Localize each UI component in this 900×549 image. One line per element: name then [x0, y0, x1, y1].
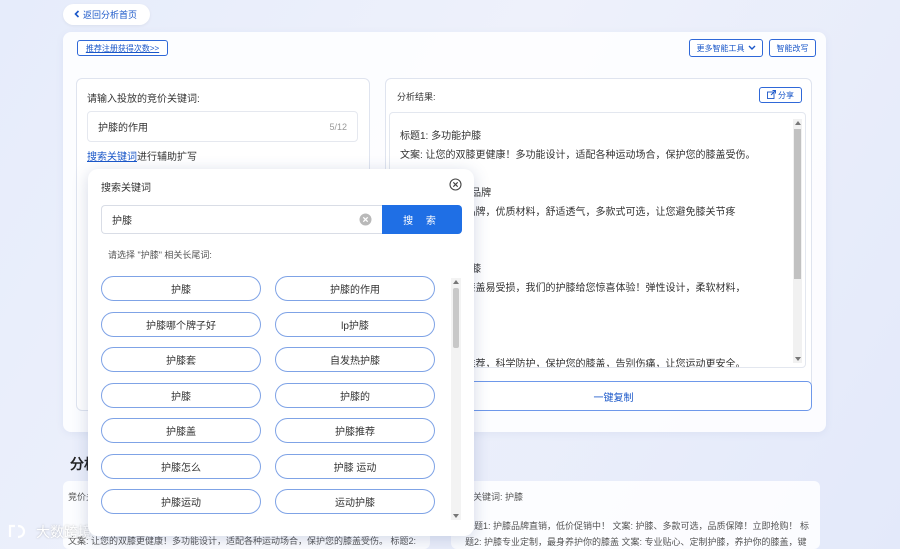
keyword-input[interactable]: 护膝的作用 5/12: [87, 111, 358, 142]
result-line: 文案: 让您的双膝更健康！多功能设计，适配各种运动场合，保护您的膝盖受伤。: [400, 150, 756, 161]
search-input-value: 护膝: [112, 216, 132, 227]
modal-scrollbar[interactable]: [451, 278, 461, 520]
history-right-line1: 标题1: 护膝品牌直销，低价促销中！ 文案: 护膝、多款可选，品质保障！立即抢购…: [465, 521, 810, 531]
longtail-keyword-chip[interactable]: 护膝哪个牌子好: [101, 311, 261, 337]
back-label: 返回分析首页: [83, 10, 138, 20]
close-icon[interactable]: [449, 178, 462, 191]
share-icon: [767, 89, 776, 101]
longtail-keyword-chip[interactable]: 护膝的: [275, 382, 435, 408]
longtail-keyword-chip[interactable]: 护膝盖: [101, 418, 261, 443]
longtail-keyword-chip[interactable]: lp护膝: [275, 311, 435, 337]
back-to-analysis-home-button[interactable]: 返回分析首页: [63, 4, 150, 25]
copy-all-button[interactable]: 一键复制: [415, 381, 812, 411]
clear-input-icon[interactable]: [359, 213, 372, 226]
modal-title: 搜索关键词: [101, 183, 151, 194]
result-scrollbar[interactable]: [793, 119, 802, 363]
chevron-left-icon: [73, 9, 81, 20]
history-right-line2: 题2: 护膝专业定制，最身养护你的膝盖 文案: 专业贴心、定制护膝，养护你的膝盖…: [465, 537, 807, 547]
longtail-keyword-chip[interactable]: 护膝怎么: [101, 453, 261, 479]
watermark-logo-icon: [8, 523, 32, 542]
scroll-down-arrow-icon[interactable]: [795, 357, 801, 361]
keyword-search-input[interactable]: 护膝: [101, 205, 382, 234]
longtail-keyword-chip[interactable]: 护膝的作用: [275, 276, 435, 301]
keyword-input-label: 请输入投放的竞价关键词:: [87, 94, 200, 105]
longtail-keyword-chip[interactable]: 护膝 运动: [275, 453, 435, 479]
longtail-keyword-chip[interactable]: 护膝推荐: [275, 418, 435, 443]
recommend-register-link[interactable]: 推荐注册获得次数>>: [77, 40, 168, 56]
history-right-keyword: 关键词: 护膝: [473, 492, 524, 502]
keyword-char-count: 5/12: [329, 121, 347, 132]
more-tools-dropdown[interactable]: 更多智能工具: [689, 39, 763, 57]
watermark: 大数跨境: [8, 522, 92, 542]
longtail-keyword-chip[interactable]: 护膝套: [101, 347, 261, 372]
history-card-right: 关键词: 护膝 标题1: 护膝品牌直销，低价促销中！ 文案: 护膝、多款可选，品…: [451, 481, 820, 549]
watermark-text: 大数跨境: [36, 524, 92, 540]
longtail-keyword-chip[interactable]: 运动护膝: [275, 489, 435, 514]
search-button[interactable]: 搜 索: [382, 205, 462, 234]
longtail-hint: 请选择 "护膝" 相关长尾词:: [108, 250, 212, 260]
result-scroll-thumb[interactable]: [794, 129, 801, 279]
longtail-keyword-chip[interactable]: 护膝: [101, 276, 261, 301]
longtail-keyword-chip[interactable]: 护膝运动: [101, 489, 261, 514]
analysis-result-label: 分析结果:: [397, 92, 436, 102]
share-label: 分享: [778, 90, 794, 100]
assist-suffix: 进行辅助扩写: [137, 152, 197, 163]
longtail-keyword-chip[interactable]: 护膝: [101, 382, 261, 408]
share-button[interactable]: 分享: [759, 87, 802, 103]
result-line: 标题1: 多功能护膝: [400, 131, 482, 142]
keyword-value: 护膝的作用: [98, 123, 148, 134]
scroll-up-arrow-icon[interactable]: [453, 280, 459, 284]
longtail-keyword-chip[interactable]: 自发热护膝: [275, 347, 435, 372]
scroll-down-arrow-icon[interactable]: [453, 514, 459, 518]
assist-expand-row: 搜索关键词进行辅助扩写: [87, 148, 197, 163]
scroll-up-arrow-icon[interactable]: [795, 121, 801, 125]
smart-rewrite-button[interactable]: 智能改写: [769, 39, 816, 57]
chevron-down-icon: [748, 44, 756, 53]
modal-scroll-thumb[interactable]: [453, 288, 459, 348]
more-tools-label: 更多智能工具: [696, 43, 745, 53]
search-keyword-link[interactable]: 搜索关键词: [87, 152, 137, 163]
